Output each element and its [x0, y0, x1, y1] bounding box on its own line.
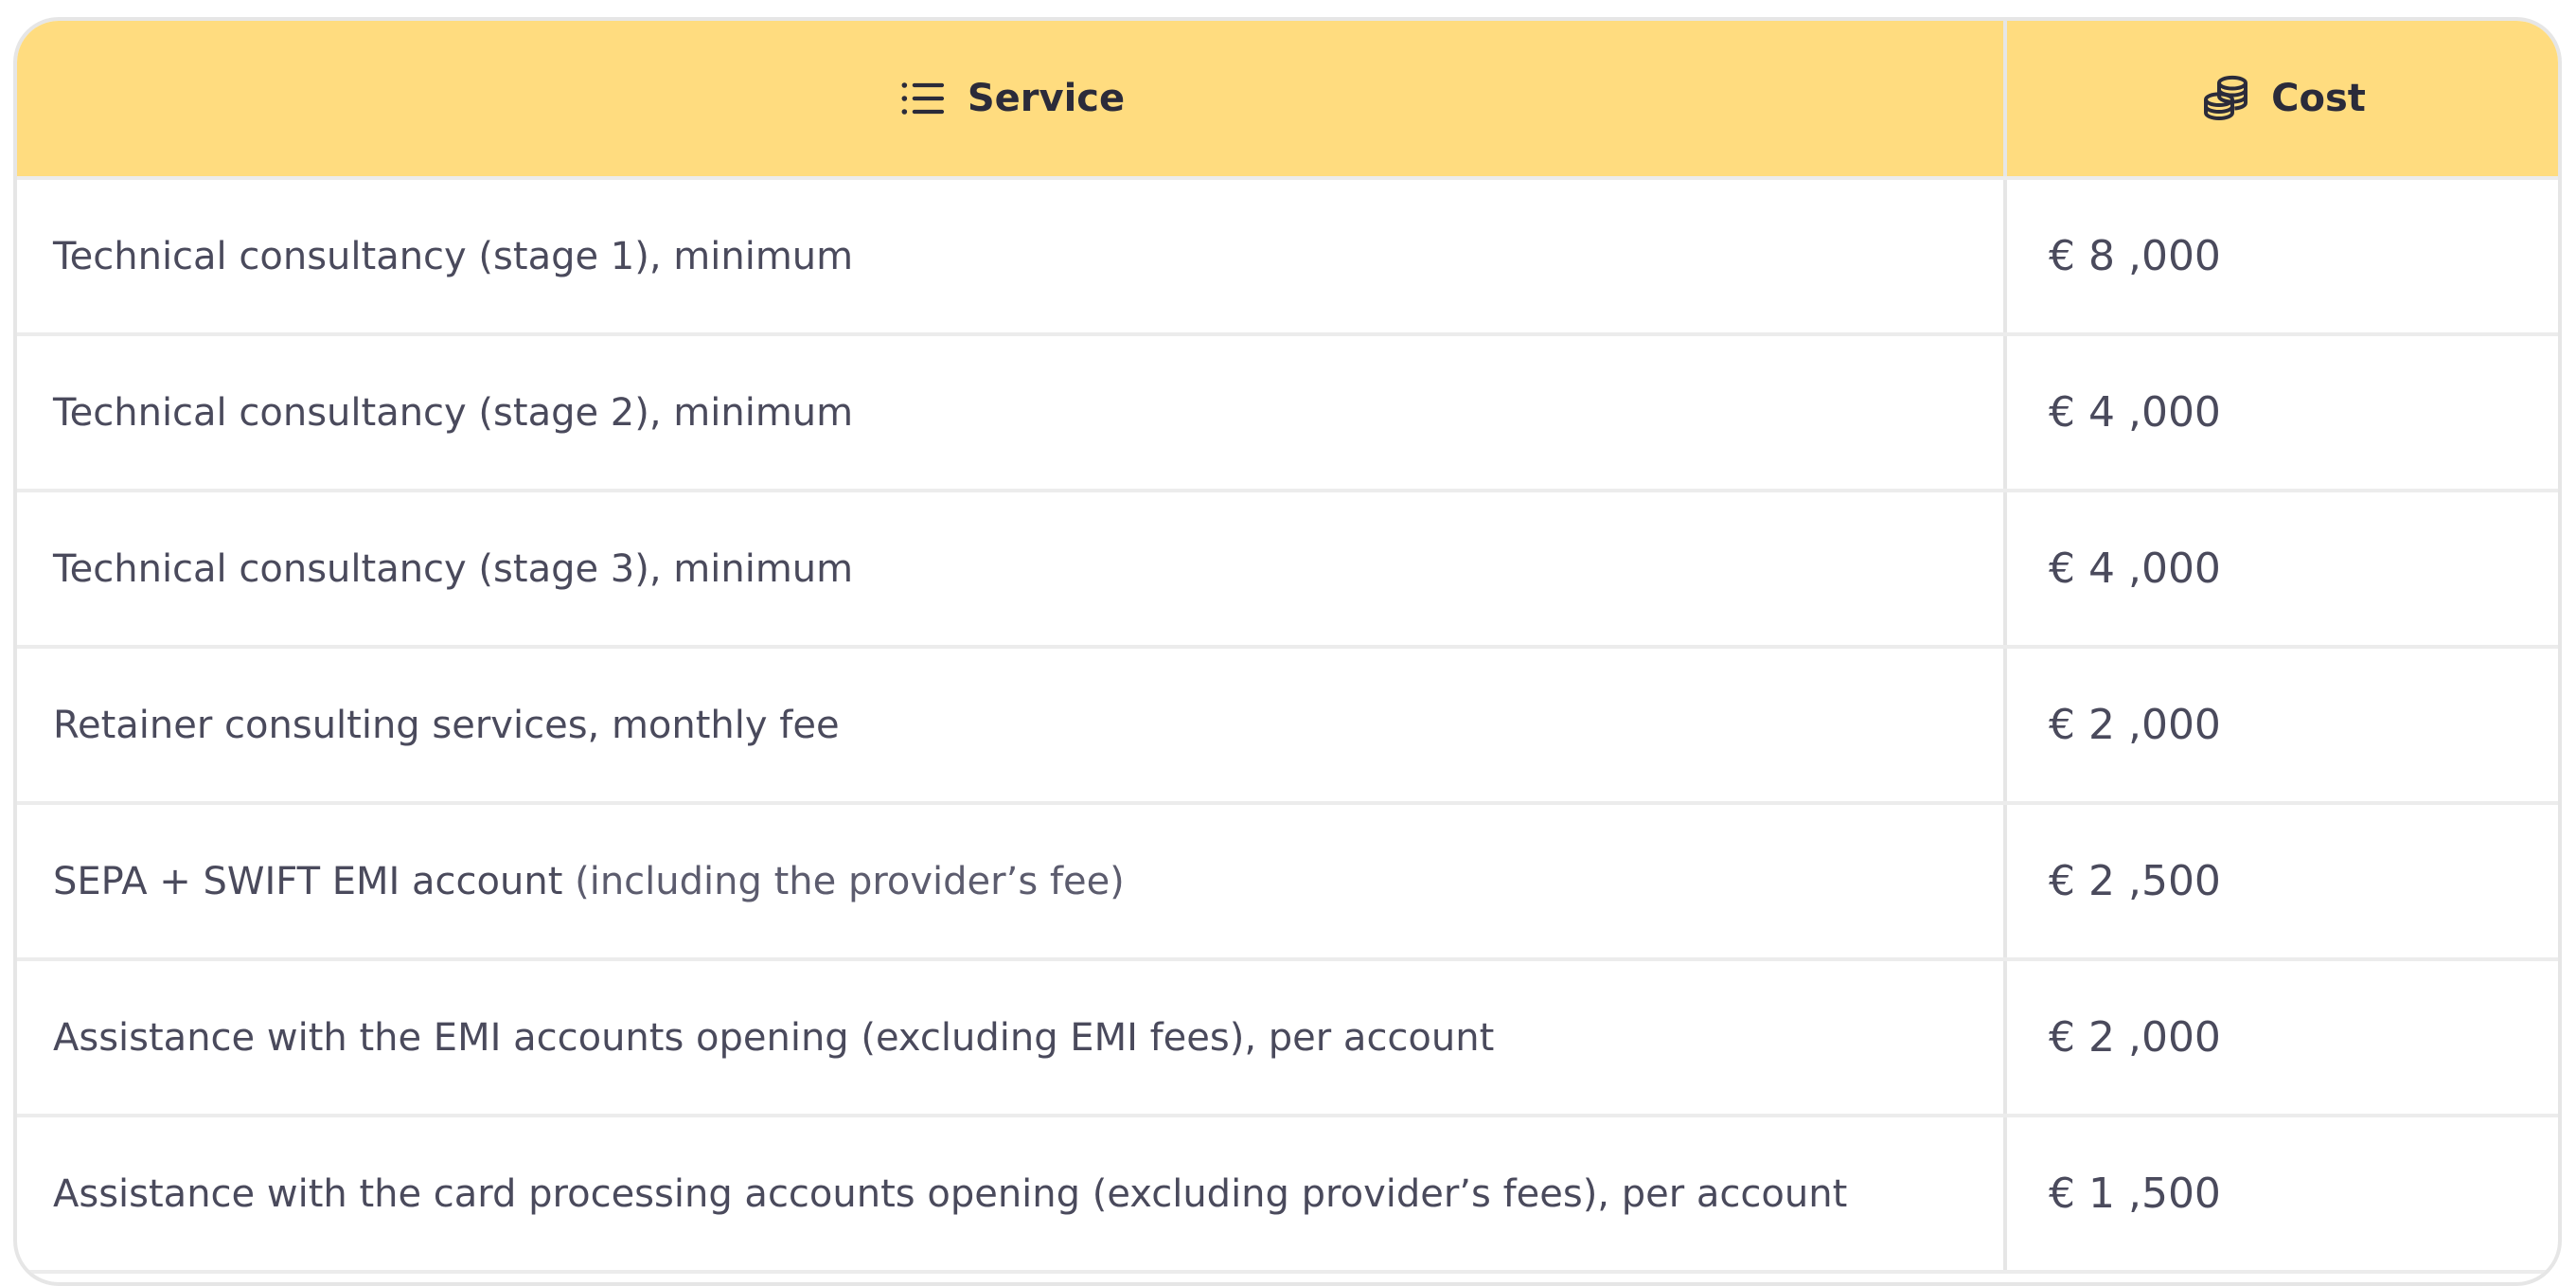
- cost-cell: € 2 ,000: [2003, 647, 2558, 805]
- service-cell: Technical consultancy (stage 2), minimum: [17, 334, 2005, 492]
- cost-cell: € 4 ,000: [2003, 491, 2558, 649]
- table-header: Service Cost: [17, 21, 2558, 180]
- table-row: Assistance with the EMI accounts opening…: [17, 959, 2558, 1117]
- service-cell: Assistance with the card processing acco…: [17, 1116, 2005, 1274]
- cost-column-header: Cost: [2003, 21, 2558, 180]
- cost-cell: € 2 ,500: [2003, 803, 2558, 961]
- pricing-table: Service Cost Technical consultancy (stag…: [13, 17, 2562, 1286]
- header-row: Service Cost: [17, 21, 2558, 180]
- service-cell: Technical consultancy (stage 3), minimum: [17, 491, 2005, 649]
- service-label: Technical consultancy (stage 3), minimum: [53, 546, 854, 591]
- service-label: SEPA + SWIFT EMI account: [53, 859, 563, 903]
- table-row: Technical consultancy (stage 3), minimum…: [17, 491, 2558, 649]
- table-row: Technical consultancy (stage 2), minimum…: [17, 334, 2558, 492]
- table-row: Technical consultancy (stage 1), minimum…: [17, 178, 2558, 336]
- coins-icon: [2199, 72, 2252, 125]
- table-row: SEPA + SWIFT EMI account (including the …: [17, 803, 2558, 961]
- service-label: Technical consultancy (stage 1), minimum: [53, 234, 854, 278]
- service-label: Assistance with the card processing acco…: [53, 1171, 1848, 1216]
- cost-header-label: Cost: [2271, 77, 2366, 120]
- service-note: (including the provider’s fee): [562, 859, 1125, 903]
- pricing-table-grid: Service Cost Technical consultancy (stag…: [17, 21, 2558, 1274]
- service-column-header: Service: [17, 21, 2005, 180]
- cost-cell: € 8 ,000: [2003, 178, 2558, 336]
- service-cell: Technical consultancy (stage 1), minimum: [17, 178, 2005, 336]
- list-icon: [896, 72, 949, 125]
- service-label: Technical consultancy (stage 2), minimum: [53, 390, 854, 435]
- table-body: Technical consultancy (stage 1), minimum…: [17, 178, 2558, 1274]
- service-cell: SEPA + SWIFT EMI account (including the …: [17, 803, 2005, 961]
- cost-cell: € 1 ,500: [2003, 1116, 2558, 1274]
- table-row: Assistance with the card processing acco…: [17, 1116, 2558, 1274]
- service-label: Assistance with the EMI accounts opening…: [53, 1015, 1495, 1060]
- service-header-label: Service: [967, 77, 1126, 120]
- cost-cell: € 4 ,000: [2003, 334, 2558, 492]
- cost-cell: € 2 ,000: [2003, 959, 2558, 1117]
- service-cell: Assistance with the EMI accounts opening…: [17, 959, 2005, 1117]
- service-cell: Retainer consulting services, monthly fe…: [17, 647, 2005, 805]
- service-label: Retainer consulting services, monthly fe…: [53, 703, 840, 747]
- table-row: Retainer consulting services, monthly fe…: [17, 647, 2558, 805]
